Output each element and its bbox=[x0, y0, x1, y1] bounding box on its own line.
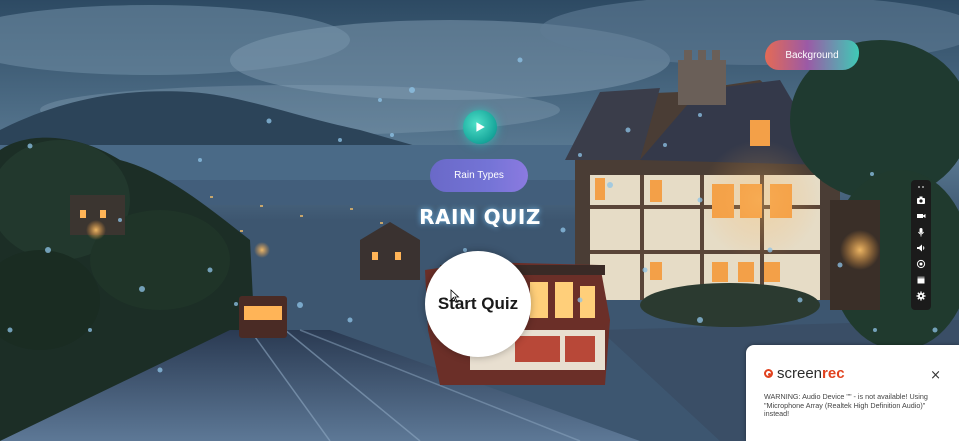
play-icon bbox=[476, 122, 485, 132]
video-icon[interactable] bbox=[914, 209, 928, 223]
rain-types-button[interactable]: Rain Types bbox=[430, 159, 528, 192]
speaker-icon[interactable] bbox=[914, 241, 928, 255]
page-title: RAIN QUIZ bbox=[419, 205, 541, 229]
grip-icon[interactable] bbox=[914, 183, 928, 191]
play-button[interactable] bbox=[463, 110, 497, 144]
brand-suffix: rec bbox=[822, 365, 845, 382]
screenrec-toolbar bbox=[911, 180, 931, 310]
brand-prefix: screen bbox=[777, 365, 823, 382]
webcam-icon[interactable] bbox=[914, 257, 928, 271]
record-dot-icon bbox=[764, 369, 773, 378]
background-button[interactable]: Background bbox=[765, 40, 859, 70]
mouse-cursor-icon bbox=[450, 289, 460, 303]
close-icon[interactable]: × bbox=[930, 368, 941, 383]
window-icon[interactable] bbox=[914, 273, 928, 287]
microphone-icon[interactable] bbox=[914, 225, 928, 239]
gear-icon[interactable] bbox=[914, 289, 928, 303]
screenrec-notification: screen rec × WARNING: Audio Device "" - i… bbox=[746, 345, 959, 441]
start-quiz-button[interactable]: Start Quiz bbox=[425, 251, 531, 357]
camera-icon[interactable] bbox=[914, 193, 928, 207]
warning-message: WARNING: Audio Device "" - is not availa… bbox=[764, 392, 928, 419]
